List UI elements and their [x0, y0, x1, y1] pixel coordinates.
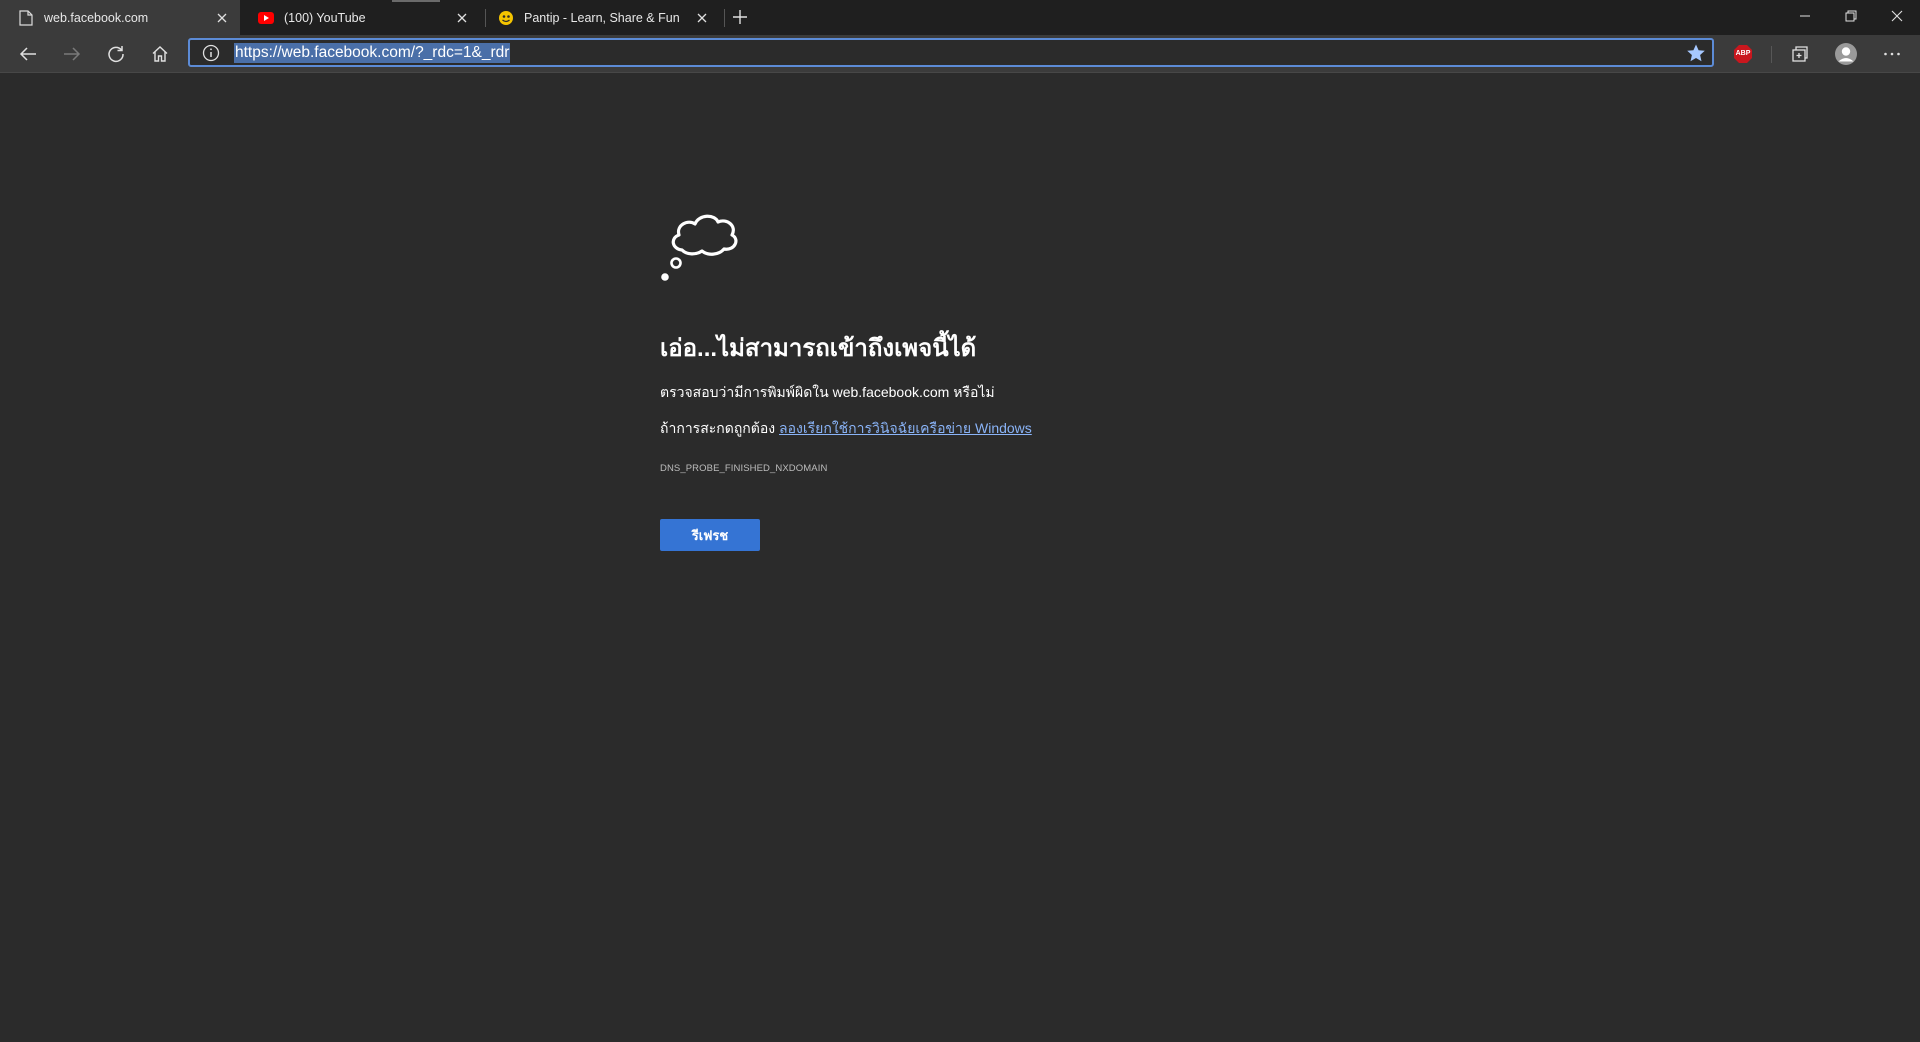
address-bar[interactable]: https://web.facebook.com/?_rdc=1&_rdr [188, 38, 1714, 67]
tab-strip: web.facebook.com (100) YouTube Pantip - … [0, 0, 1920, 35]
reload-icon [108, 46, 124, 63]
tab-separator [724, 9, 725, 27]
url-text[interactable]: https://web.facebook.com/?_rdc=1&_rdr [234, 43, 511, 63]
close-tab-icon[interactable] [692, 8, 712, 28]
forward-button[interactable] [57, 39, 87, 69]
refresh-button[interactable]: รีเฟรช [660, 519, 760, 551]
home-icon [152, 46, 168, 62]
plus-icon [733, 10, 747, 24]
settings-menu-button[interactable] [1877, 39, 1907, 69]
close-tab-icon[interactable] [212, 8, 232, 28]
collections-icon [1792, 46, 1808, 62]
arrow-right-icon [64, 47, 81, 61]
pantip-icon [498, 10, 514, 26]
more-icon [1884, 52, 1900, 56]
error-heading: เอ่อ...ไม่สามารถเข้าถึงเพจนี้ได้ [660, 335, 977, 362]
home-button[interactable] [145, 39, 175, 69]
adblock-label: ABP [1735, 50, 1751, 57]
profile-button[interactable] [1831, 39, 1861, 69]
error-message: ตรวจสอบว่ามีการพิมพ์ผิดใน web.facebook.c… [660, 384, 995, 400]
restore-icon [1845, 10, 1857, 22]
minimize-icon [1800, 15, 1810, 17]
info-icon[interactable] [202, 44, 220, 62]
collections-button[interactable] [1785, 39, 1815, 69]
star-icon[interactable] [1686, 43, 1706, 63]
thought-cloud-icon [661, 214, 738, 281]
restore-button[interactable] [1828, 0, 1874, 32]
back-button[interactable] [13, 39, 43, 69]
error-code: DNS_PROBE_FINISHED_NXDOMAIN [660, 463, 828, 474]
avatar-icon [1835, 43, 1857, 65]
tab-title: web.facebook.com [44, 10, 149, 25]
tab-youtube[interactable]: (100) YouTube [240, 0, 480, 35]
suggestion-text: ถ้าการสะกดถูกต้อง [660, 420, 780, 436]
tab-title: (100) YouTube [284, 10, 366, 25]
youtube-icon [258, 10, 274, 26]
new-tab-button[interactable] [729, 6, 751, 28]
navigation-toolbar: https://web.facebook.com/?_rdc=1&_rdr AB… [0, 35, 1920, 73]
tab-facebook[interactable]: web.facebook.com [0, 0, 240, 35]
close-window-button[interactable] [1874, 0, 1920, 32]
network-diagnostics-link[interactable]: ลองเรียกใช้การวินิจฉัยเครือข่าย Windows [779, 420, 1032, 436]
arrow-left-icon [19, 47, 36, 61]
page-content: เอ่อ...ไม่สามารถเข้าถึงเพจนี้ได้ ตรวจสอบ… [0, 73, 1920, 1042]
page-icon [18, 9, 34, 26]
close-icon [1891, 10, 1903, 22]
toolbar-separator [1771, 46, 1772, 63]
close-tab-icon[interactable] [452, 8, 472, 28]
adblock-extension-button[interactable]: ABP [1728, 39, 1758, 69]
minimize-button[interactable] [1782, 0, 1828, 32]
tab-pantip[interactable]: Pantip - Learn, Share & Fun [480, 0, 720, 35]
error-suggestion: ถ้าการสะกดถูกต้อง ลองเรียกใช้การวินิจฉัย… [660, 418, 1032, 440]
tab-title: Pantip - Learn, Share & Fun [524, 10, 680, 25]
refresh-page-button[interactable] [101, 39, 131, 69]
